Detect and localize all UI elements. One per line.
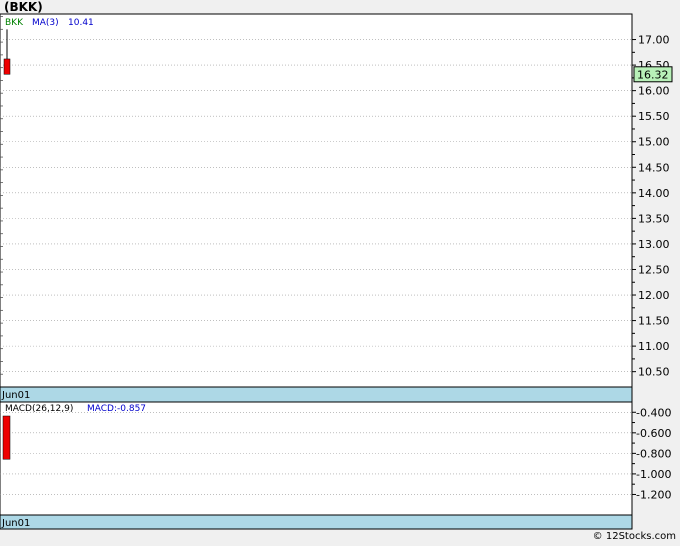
macd-tick-label: -0.800: [636, 447, 671, 460]
macd-legend-value: MACD:-0.857: [87, 404, 146, 414]
price-axis: 17.0016.5016.0015.5015.0014.5014.0013.50…: [632, 34, 670, 379]
candle-body: [3, 58, 11, 75]
macd-panel: [0, 401, 633, 516]
price-tick-label: 15.50: [638, 110, 670, 123]
price-tick-label: 17.00: [638, 34, 670, 47]
macd-tick-label: -1.200: [636, 488, 671, 501]
macd-legend-label: MACD(26,12,9): [5, 404, 73, 414]
macd-tick-label: -1.000: [636, 468, 671, 481]
price-tick-label: 11.50: [638, 315, 670, 328]
macd-date-band: [0, 514, 633, 530]
macd-tick-label: -0.600: [636, 427, 671, 440]
legend-ticker: BKK: [5, 18, 24, 28]
price-x-label: Jun01: [1, 390, 30, 401]
price-tick-label: 14.00: [638, 187, 670, 200]
price-panel: [0, 13, 633, 388]
site-credit[interactable]: © 12Stocks.com: [593, 531, 676, 542]
price-tick-label: 16.00: [638, 85, 670, 98]
legend-ma-label: MA(3): [32, 18, 59, 28]
last-price-label: 16.32: [637, 68, 669, 81]
price-tick-label: 12.00: [638, 289, 670, 302]
price-tick-label: 14.50: [638, 161, 670, 174]
legend-ma-value: 10.41: [68, 18, 94, 28]
price-tick-label: 11.00: [638, 340, 670, 353]
price-tick-label: 13.00: [638, 238, 670, 251]
price-date-band: [0, 386, 633, 403]
macd-axis: -0.400 -0.600 -0.800 -1.000 -1.200: [632, 406, 671, 501]
macd-tick-label: -0.400: [636, 406, 671, 419]
macd-x-label: Jun01: [1, 518, 30, 529]
price-tick-label: 15.00: [638, 136, 670, 149]
price-tick-label: 10.50: [638, 366, 670, 379]
price-tick-label: 13.50: [638, 212, 670, 225]
macd-bar: [2, 415, 11, 460]
macd-bars: [2, 415, 11, 460]
chart-canvas: 17.0016.5016.0015.5015.0014.5014.0013.50…: [0, 13, 673, 530]
price-tick-label: 12.50: [638, 263, 670, 276]
